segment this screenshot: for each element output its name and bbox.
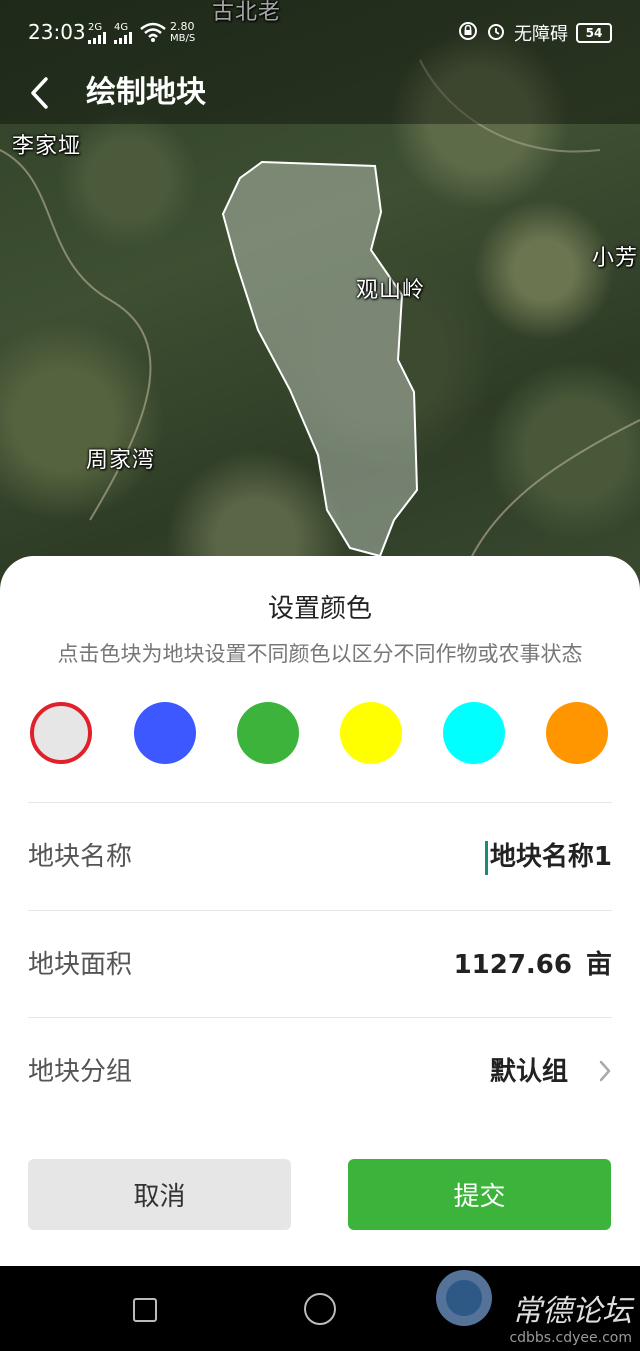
system-nav-bar: 常德论坛 cdbbs.cdyee.com bbox=[0, 1266, 640, 1351]
status-time: 23:03 bbox=[28, 20, 86, 44]
app-header: 绘制地块 bbox=[0, 62, 640, 124]
chevron-right-icon bbox=[599, 1060, 611, 1082]
recent-apps-button[interactable] bbox=[133, 1298, 157, 1322]
plot-area-label: 地块面积 bbox=[28, 950, 133, 980]
color-swatch-blue[interactable] bbox=[134, 702, 196, 764]
signal-icon bbox=[114, 32, 132, 44]
submit-button[interactable]: 提交 bbox=[348, 1159, 611, 1230]
map-label-place: 观山岭 bbox=[356, 278, 426, 303]
alarm-icon bbox=[486, 21, 506, 46]
plot-area-row: 地块面积 1127.66 亩 bbox=[28, 912, 612, 1018]
plot-area-value-group: 1127.66 亩 bbox=[454, 912, 612, 1018]
page-title: 绘制地块 bbox=[86, 75, 206, 110]
plot-group-value: 默认组 bbox=[489, 1057, 568, 1087]
plot-name-row: 地块名称 地块名称1 bbox=[28, 804, 612, 910]
color-swatch-green[interactable] bbox=[237, 702, 299, 764]
color-swatch-gray[interactable] bbox=[30, 702, 92, 764]
text-cursor bbox=[484, 840, 488, 875]
back-button[interactable] bbox=[28, 62, 68, 124]
color-swatch-orange[interactable] bbox=[546, 702, 608, 764]
cancel-button[interactable]: 取消 bbox=[28, 1159, 291, 1230]
divider bbox=[28, 1017, 612, 1018]
back-arrow-icon bbox=[31, 77, 48, 109]
lock-rotation-icon bbox=[458, 21, 478, 46]
plot-name-input[interactable]: 地块名称1 bbox=[484, 804, 612, 910]
wifi-icon bbox=[140, 22, 166, 42]
divider bbox=[28, 910, 612, 911]
status-bar: 23:03 2G 4G 2.80 MB/S 无障碍 54 bbox=[0, 0, 640, 62]
plot-group-label: 地块分组 bbox=[28, 1057, 133, 1087]
sheet-subtitle: 点击色块为地块设置不同颜色以区分不同作物或农事状态 bbox=[57, 642, 583, 666]
color-swatch-yellow[interactable] bbox=[340, 702, 402, 764]
watermark-logo-icon bbox=[436, 1270, 492, 1326]
sheet-title: 设置颜色 bbox=[267, 594, 372, 624]
plot-area-value: 1127.66 bbox=[453, 950, 572, 980]
net-speed-unit: MB/S bbox=[170, 33, 196, 44]
plot-area-unit: 亩 bbox=[585, 950, 612, 980]
plot-settings-sheet: 设置颜色 点击色块为地块设置不同颜色以区分不同作物或农事状态 地块名称 地块名称… bbox=[0, 556, 640, 1266]
map-label-place: 李家垭 bbox=[12, 134, 82, 159]
signal-icon bbox=[88, 32, 106, 44]
land-plot-polygon[interactable] bbox=[221, 160, 419, 558]
watermark: 常德论坛 cdbbs.cdyee.com bbox=[509, 1286, 632, 1346]
divider bbox=[28, 802, 612, 803]
plot-group-row[interactable]: 地块分组 默认组 bbox=[28, 1019, 612, 1125]
accessibility-label: 无障碍 bbox=[514, 24, 568, 45]
map-label-place: 小芳 bbox=[592, 246, 639, 271]
watermark-title: 常德论坛 bbox=[512, 1294, 632, 1329]
plot-name-label: 地块名称 bbox=[28, 842, 133, 872]
watermark-url: cdbbs.cdyee.com bbox=[509, 1330, 632, 1346]
status-right-group: 无障碍 54 bbox=[458, 20, 612, 46]
home-button[interactable] bbox=[304, 1293, 336, 1325]
color-swatch-cyan[interactable] bbox=[443, 702, 505, 764]
plot-name-value: 地块名称1 bbox=[489, 842, 612, 872]
map-label-place: 周家湾 bbox=[86, 448, 156, 473]
battery-icon: 54 bbox=[576, 23, 612, 43]
net-speed: 2.80 bbox=[170, 20, 195, 33]
